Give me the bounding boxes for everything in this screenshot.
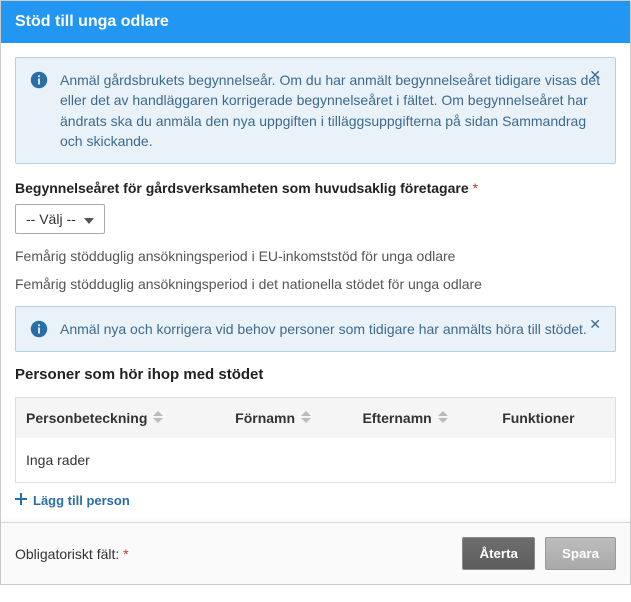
table-header-row: Personbeteckning Förnamn	[16, 398, 616, 439]
col-label: Efternamn	[362, 410, 431, 426]
revert-button[interactable]: Återta	[462, 537, 535, 570]
persons-table: Personbeteckning Förnamn	[15, 397, 616, 483]
required-asterisk: *	[123, 546, 128, 562]
info-box-start-year: Anmäl gårdsbrukets begynnelseår. Om du h…	[15, 57, 616, 164]
close-icon[interactable]: ✕	[585, 66, 605, 84]
start-year-field: Begynnelseåret för gårdsverksamheten som…	[15, 180, 616, 234]
persons-section-title: Personer som hör ihop med stödet	[15, 366, 616, 383]
required-note: Obligatoriskt fält: *	[15, 546, 452, 562]
panel-title: Stöd till unga odlare	[1, 1, 630, 43]
sort-icon	[153, 410, 163, 426]
col-last-name[interactable]: Efternamn	[352, 398, 492, 439]
save-button[interactable]: Spara	[545, 537, 616, 570]
aid-young-farmers-panel: Stöd till unga odlare Anmäl gårdsbrukets…	[0, 0, 631, 585]
info-message: Anmäl gårdsbrukets begynnelseår. Om du h…	[60, 70, 603, 151]
col-label: Personbeteckning	[26, 410, 147, 426]
add-person-link[interactable]: Lägg till person	[15, 493, 130, 508]
sort-icon	[438, 410, 448, 426]
add-person-label: Lägg till person	[33, 493, 130, 508]
info-message: Anmäl nya och korrigera vid behov person…	[60, 319, 603, 339]
empty-message: Inga rader	[16, 438, 616, 483]
col-actions: Funktioner	[492, 398, 615, 439]
info-icon	[30, 71, 48, 89]
panel-content: Anmäl gårdsbrukets begynnelseår. Om du h…	[1, 43, 630, 508]
col-person-id[interactable]: Personbeteckning	[16, 398, 226, 439]
panel-title-text: Stöd till unga odlare	[15, 13, 169, 30]
col-label: Förnamn	[235, 410, 295, 426]
panel-footer: Obligatoriskt fält: * Återta Spara	[1, 522, 630, 584]
info-icon	[30, 320, 48, 338]
chevron-down-icon	[84, 211, 94, 227]
start-year-select[interactable]: -- Välj --	[15, 204, 105, 234]
col-label: Funktioner	[502, 410, 574, 426]
eu-period-text: Femårig stödduglig ansökningsperiod i EU…	[15, 248, 616, 264]
close-icon[interactable]: ✕	[585, 315, 605, 333]
start-year-selected-value: -- Välj --	[26, 211, 76, 227]
required-note-text: Obligatoriskt fält:	[15, 546, 119, 562]
col-first-name[interactable]: Förnamn	[225, 398, 352, 439]
plus-icon	[15, 493, 27, 508]
sort-icon	[301, 410, 311, 426]
start-year-label: Begynnelseåret för gårdsverksamheten som…	[15, 180, 469, 196]
national-period-text: Femårig stödduglig ansökningsperiod i de…	[15, 276, 616, 292]
info-box-persons: Anmäl nya och korrigera vid behov person…	[15, 306, 616, 352]
required-asterisk: *	[473, 180, 478, 196]
table-row-empty: Inga rader	[16, 438, 616, 483]
